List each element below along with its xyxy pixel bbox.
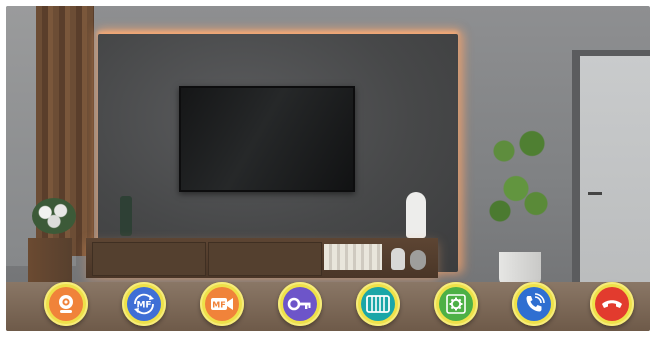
bookshelf: [324, 244, 382, 270]
camera-button[interactable]: [44, 282, 88, 326]
vase: [410, 250, 426, 270]
mf-video-button-face: MF: [205, 287, 239, 321]
mf-photo-icon: MF: [134, 293, 154, 315]
door: [580, 56, 650, 310]
answer-call-button[interactable]: [512, 282, 556, 326]
bust-sculpture: [406, 192, 426, 238]
gate-icon: [366, 295, 390, 313]
potted-plant: [480, 106, 560, 256]
plant-pot: [499, 252, 541, 286]
tv-screen: [179, 86, 355, 192]
hang-up-button-face: [595, 287, 629, 321]
mf-photo-button-face: MF: [127, 287, 161, 321]
door-handle: [588, 192, 602, 195]
flower-bouquet: [32, 198, 76, 234]
webcam-icon: [59, 295, 73, 313]
gate-button[interactable]: [356, 282, 400, 326]
answer-call-button-face: [517, 287, 551, 321]
settings-button-face: [439, 287, 473, 321]
unlock-button[interactable]: [278, 282, 322, 326]
gear-icon: [446, 294, 466, 314]
gate-button-face: [361, 287, 395, 321]
settings-button[interactable]: [434, 282, 478, 326]
key-icon: [287, 297, 311, 311]
vase: [391, 248, 405, 270]
mf-video-icon: MF: [211, 298, 233, 310]
mf-video-button[interactable]: MF: [200, 282, 244, 326]
hang-up-button[interactable]: [590, 282, 634, 326]
mf-photo-button[interactable]: MF: [122, 282, 166, 326]
camera-button-face: [49, 287, 83, 321]
lamp: [120, 196, 132, 236]
phone-hangup-icon: [602, 300, 622, 308]
intercom-screen: MF MF: [6, 6, 650, 331]
mf-video-label: MF: [212, 301, 225, 310]
phone-answer-icon: [526, 293, 545, 312]
tv-cabinet: [86, 238, 438, 278]
unlock-button-face: [283, 287, 317, 321]
mf-photo-label: MF: [136, 301, 151, 311]
